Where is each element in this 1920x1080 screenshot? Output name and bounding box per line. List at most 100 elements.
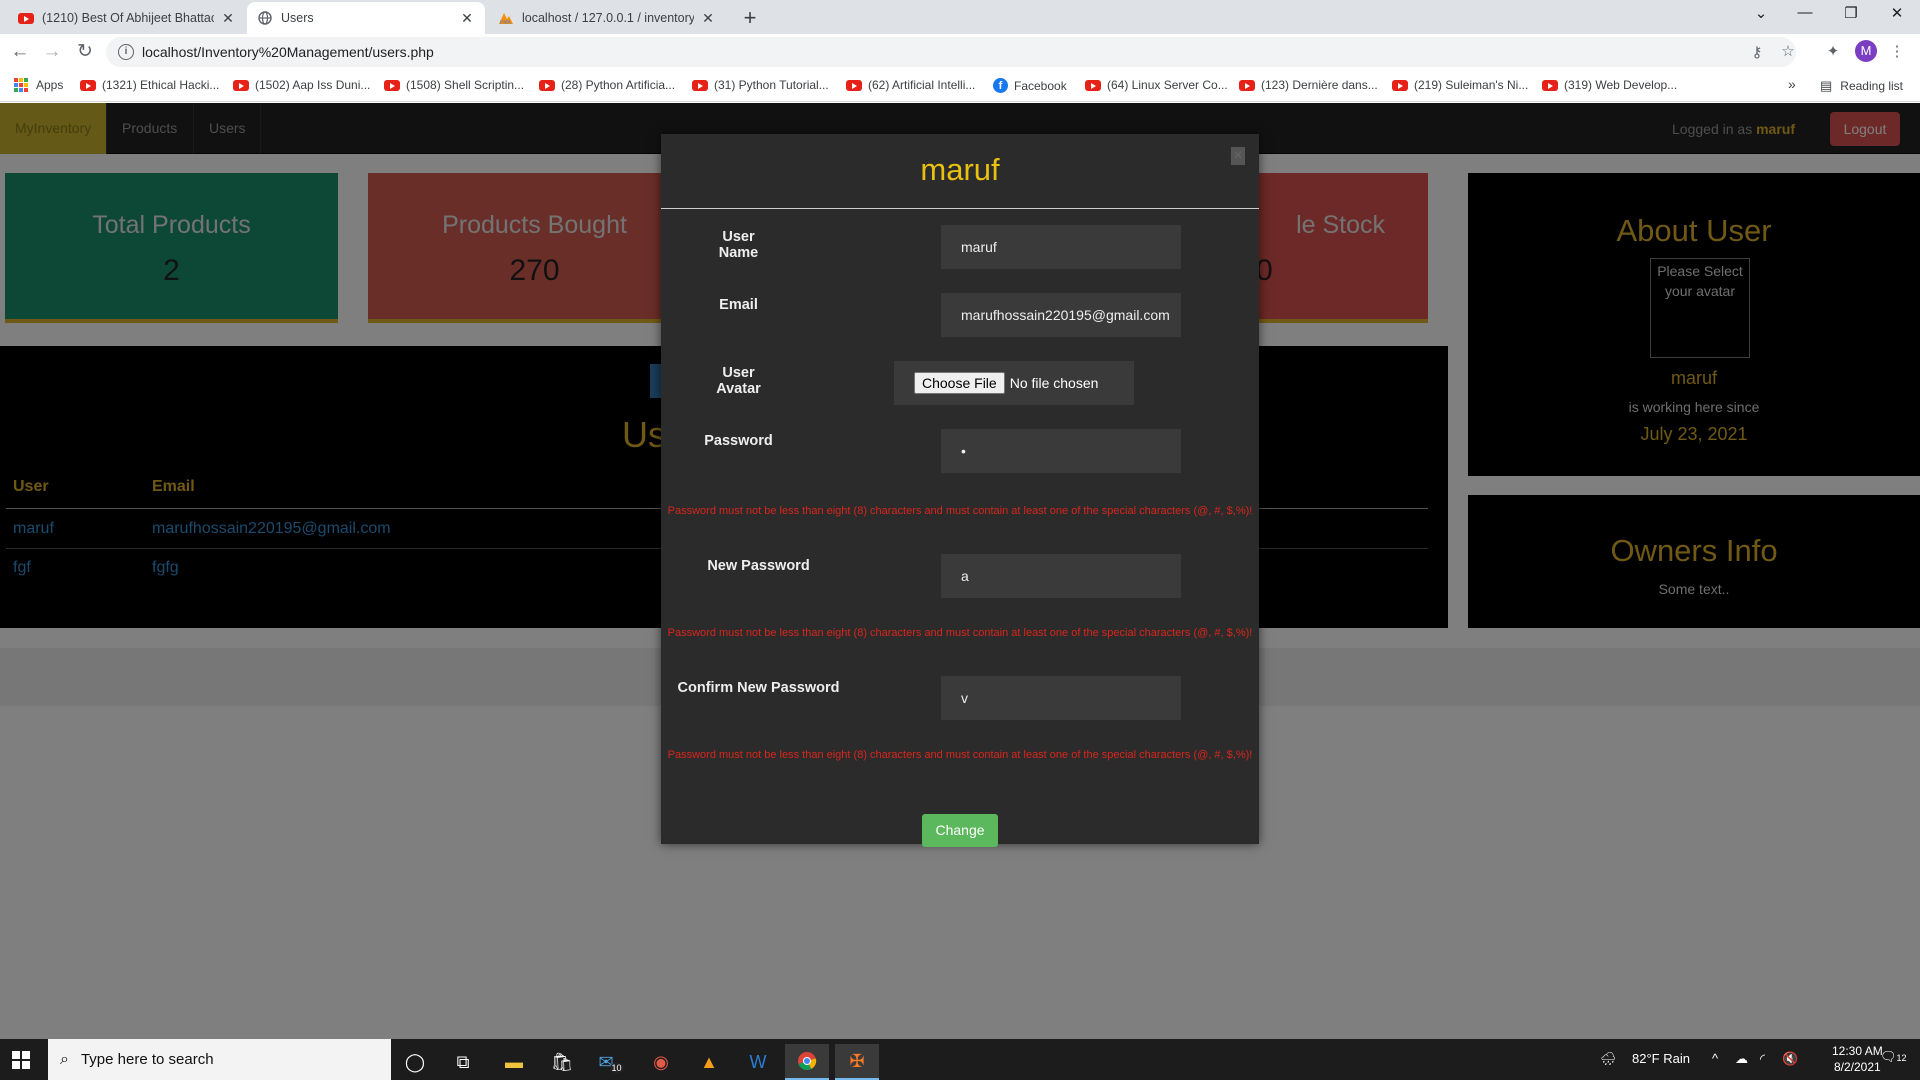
key-icon[interactable]: ⚷ <box>1746 43 1768 61</box>
search-icon: ⌕ <box>60 1050 69 1068</box>
confirm-password-error: Password must not be less than eight (8)… <box>667 749 1253 761</box>
tab-title: Users <box>281 11 314 25</box>
chevron-up-icon[interactable]: ^ <box>1712 1051 1718 1066</box>
tab-search-icon[interactable]: ⌄ <box>1746 4 1776 22</box>
star-icon[interactable]: ☆ <box>1777 42 1799 60</box>
globe-icon <box>257 10 273 26</box>
notification-count: 12 <box>1896 1053 1907 1063</box>
bookmark-label: (28) Python Artificia... <box>561 78 676 92</box>
weather-text[interactable]: 82°F Rain <box>1632 1051 1690 1066</box>
phpmyadmin-icon: PMA <box>498 10 514 26</box>
youtube-icon <box>1392 79 1408 91</box>
minimize-button[interactable]: — <box>1790 4 1820 21</box>
profile-avatar[interactable]: M <box>1855 40 1877 62</box>
youtube-icon <box>18 10 34 26</box>
more-bookmarks-icon[interactable]: » <box>1788 76 1796 92</box>
reading-list[interactable]: ▤ Reading list <box>1820 78 1903 94</box>
email-field[interactable]: marufhossain220195@gmail.com <box>941 293 1181 337</box>
tab-users[interactable]: Users ✕ <box>247 2 485 34</box>
close-icon[interactable]: ✕ <box>700 10 716 27</box>
taskbar-search[interactable]: ⌕ Type here to search <box>48 1039 391 1080</box>
mail-badge: 10 <box>609 1063 624 1073</box>
bookmark-item[interactable]: (62) Artificial Intelli... <box>846 78 975 92</box>
search-placeholder: Type here to search <box>80 1051 214 1068</box>
avatar-file-input[interactable]: Choose File No file chosen <box>894 361 1134 405</box>
bookmark-item[interactable]: (1321) Ethical Hacki... <box>80 78 219 92</box>
bookmark-item[interactable]: (219) Suleiman's Ni... <box>1392 78 1528 92</box>
bookmark-item[interactable]: (123) Dernière dans... <box>1239 78 1378 92</box>
close-icon[interactable]: ✕ <box>459 10 475 27</box>
tab-title: localhost / 127.0.0.1 / inventory_ <box>522 11 694 25</box>
confirm-password-field[interactable]: v <box>941 676 1181 720</box>
mail-icon[interactable]: ✉ 10 <box>589 1044 633 1080</box>
app-icon[interactable]: ◉ <box>639 1044 683 1080</box>
choose-file-button[interactable]: Choose File <box>914 372 1005 394</box>
bookmark-item[interactable]: (31) Python Tutorial... <box>692 78 829 92</box>
bookmark-label: (64) Linux Server Co... <box>1107 78 1228 92</box>
youtube-icon <box>80 79 96 91</box>
bookmark-label: (123) Dernière dans... <box>1261 78 1378 92</box>
volume-muted-icon[interactable]: 🔇 <box>1782 1051 1798 1067</box>
bookmark-label: (1321) Ethical Hacki... <box>102 78 220 92</box>
reload-icon[interactable]: ↻ <box>73 40 97 64</box>
xampp-icon[interactable]: ✠ <box>835 1044 879 1080</box>
bookmark-apps[interactable]: Apps <box>14 78 63 92</box>
forward-arrow-icon[interactable]: → <box>40 40 64 64</box>
bookmark-item[interactable]: (1502) Aap Iss Duni... <box>233 78 370 92</box>
close-window-button[interactable]: ✕ <box>1882 4 1912 22</box>
vlc-icon[interactable]: ▲ <box>687 1044 731 1080</box>
notification-icon[interactable]: 🗨12 <box>1880 1049 1907 1065</box>
bookmark-label: (219) Suleiman's Ni... <box>1414 78 1529 92</box>
clock-time: 12:30 AM <box>1832 1044 1883 1058</box>
weather-icon[interactable]: 🌧 <box>1600 1051 1617 1067</box>
extensions-icon[interactable]: ✦ <box>1822 42 1844 60</box>
file-explorer-icon[interactable]: ▬ <box>492 1044 536 1080</box>
youtube-icon <box>1239 79 1255 91</box>
back-arrow-icon[interactable]: ← <box>8 40 32 64</box>
chrome-icon[interactable] <box>785 1044 829 1080</box>
taskbar: ⌕ Type here to search ◯ ⧉ ▬ 🛍 ✉ 10 ◉ ▲ W… <box>0 1039 1920 1080</box>
bookmark-item[interactable]: (1508) Shell Scriptin... <box>384 78 524 92</box>
bookmark-item[interactable]: (64) Linux Server Co... <box>1085 78 1228 92</box>
youtube-icon <box>233 79 249 91</box>
password-label: Password <box>704 433 773 449</box>
page-viewport: MyInventory Products Users Logged in as … <box>0 103 1920 1039</box>
tab-phpmyadmin[interactable]: PMA localhost / 127.0.0.1 / inventory_ ✕ <box>488 2 726 34</box>
reading-list-label: Reading list <box>1840 79 1903 93</box>
restore-button[interactable]: ❐ <box>1836 4 1866 22</box>
youtube-icon <box>846 79 862 91</box>
menu-icon[interactable]: ⋮ <box>1886 42 1908 60</box>
clock[interactable]: 12:30 AM 8/2/2021 <box>1832 1043 1883 1075</box>
bookmark-facebook[interactable]: f Facebook <box>993 78 1067 93</box>
username-field[interactable]: maruf <box>941 225 1181 269</box>
youtube-icon <box>1085 79 1101 91</box>
edit-user-modal: maruf × User Name maruf Email marufhossa… <box>661 134 1259 847</box>
close-icon[interactable]: × <box>1231 147 1245 165</box>
onedrive-icon[interactable]: ☁ <box>1735 1051 1748 1067</box>
new-tab-button[interactable]: + <box>738 5 762 31</box>
address-bar[interactable]: i localhost/Inventory%20Management/users… <box>106 37 1796 67</box>
bookmark-item[interactable]: (319) Web Develop... <box>1542 78 1677 92</box>
new-password-field[interactable]: a <box>941 554 1181 598</box>
bookmark-label: (1502) Aap Iss Duni... <box>255 78 371 92</box>
word-icon[interactable]: W <box>736 1044 780 1080</box>
site-info-icon[interactable]: i <box>118 44 134 60</box>
tab-youtube[interactable]: (1210) Best Of Abhijeet Bhattach ✕ <box>8 2 246 34</box>
bookmark-item[interactable]: (28) Python Artificia... <box>539 78 675 92</box>
password-field[interactable]: • <box>941 429 1181 473</box>
reading-list-icon: ▤ <box>1820 78 1833 93</box>
windows-start-icon[interactable] <box>12 1051 30 1069</box>
modal-divider <box>661 208 1259 209</box>
store-icon[interactable]: 🛍 <box>540 1044 584 1080</box>
task-view-icon[interactable]: ⧉ <box>441 1044 485 1080</box>
youtube-icon <box>1542 79 1558 91</box>
svg-text:PMA: PMA <box>500 20 512 25</box>
change-button[interactable]: Change <box>922 814 998 847</box>
close-icon[interactable]: ✕ <box>220 10 236 27</box>
clock-date: 8/2/2021 <box>1833 1060 1881 1074</box>
wifi-icon[interactable]: ◜ <box>1760 1051 1765 1067</box>
youtube-icon <box>692 79 708 91</box>
cortana-icon[interactable]: ◯ <box>393 1044 437 1080</box>
new-password-error: Password must not be less than eight (8)… <box>667 627 1253 639</box>
youtube-icon <box>539 79 555 91</box>
